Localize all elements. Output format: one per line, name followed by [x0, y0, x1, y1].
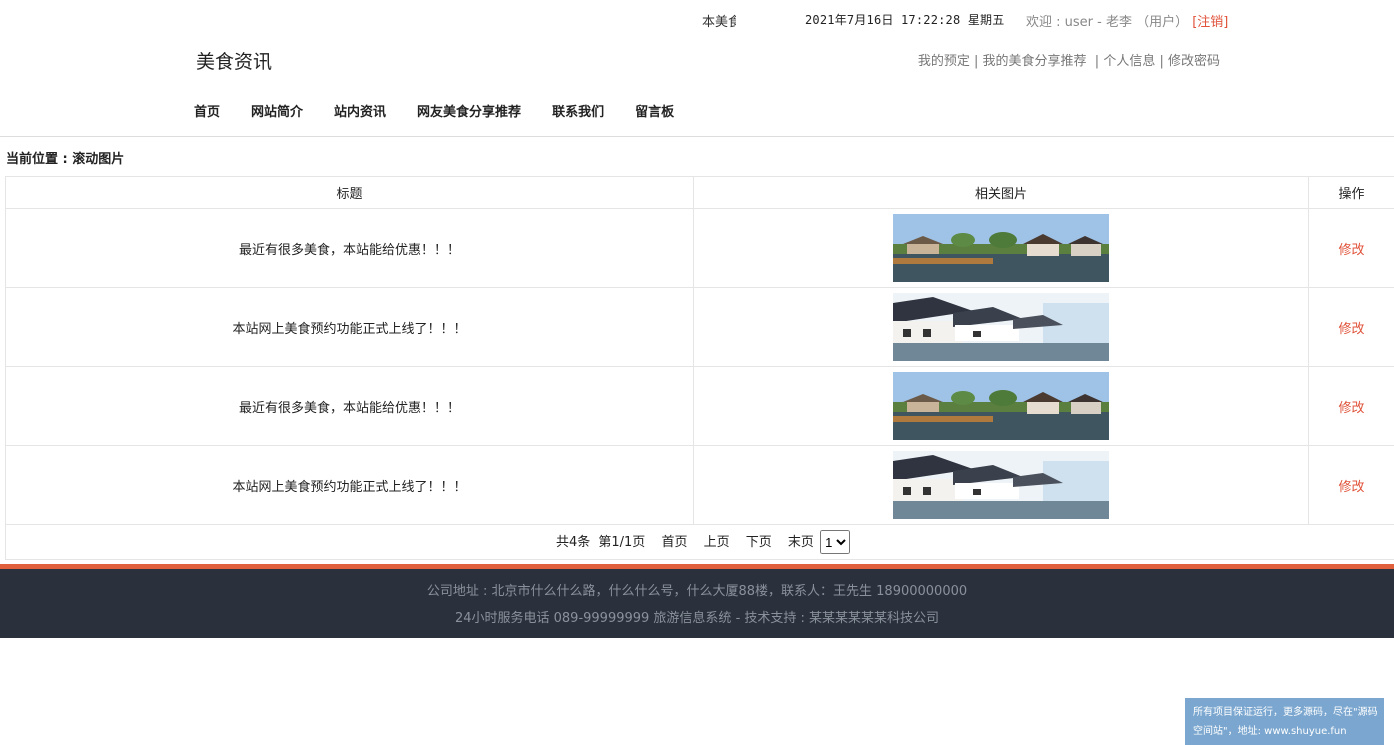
my-food-share-link[interactable]: 我的美食分享推荐 [983, 54, 1087, 69]
table-row: 最近有很多美食，本站能给优惠！！！ 修改 [5, 208, 1394, 288]
footer-address: 公司地址 : 北京市什么什么路，什么什么号，什么大厦88楼，联系人：王先生 18… [426, 584, 968, 599]
row-title: 最近有很多美食，本站能给优惠！！！ [5, 208, 694, 288]
edit-link[interactable]: 修改 [1338, 480, 1364, 495]
footer-service: 24小时服务电话 089-99999999 旅游信息系统 - 技术支持 : 某某… [454, 611, 940, 626]
column-header-title: 标题 [5, 176, 694, 209]
canal-houses-image [893, 451, 1109, 519]
page-select[interactable]: 1 [820, 530, 851, 554]
row-title: 最近有很多美食，本站能给优惠！！！ [5, 366, 694, 446]
row-title: 本站网上美食预约功能正式上线了！！！ [5, 287, 694, 367]
site-title: 美食资讯 [196, 51, 273, 73]
footer: 公司地址 : 北京市什么什么路，什么什么号，什么大厦88楼，联系人：王先生 18… [0, 564, 1394, 638]
breadcrumb: 当前位置 : 滚动图片 [6, 152, 125, 167]
notice-line-1: 所有项目保证运行，更多源码，尽在"源码 [1193, 707, 1378, 718]
top-bar: 本美食 2021年7月16日 17:22:28 星期五 欢迎 : user - … [0, 0, 1394, 38]
notice-line-2: 空间站"，地址: www.shuyue.fun [1193, 726, 1347, 737]
first-page-link[interactable]: 首页 [661, 535, 687, 550]
scrolling-notice: 本美食 [702, 15, 736, 30]
current-datetime: 2021年7月16日 17:22:28 星期五 [805, 13, 1005, 27]
row-action-cell: 修改 [1308, 445, 1394, 525]
nav-contact[interactable]: 联系我们 [552, 101, 604, 120]
row-action-cell: 修改 [1308, 366, 1394, 446]
logout-link[interactable]: [注销] [1192, 15, 1228, 30]
prev-page-link[interactable]: 上页 [704, 535, 730, 550]
row-action-cell: 修改 [1308, 287, 1394, 367]
nav-about[interactable]: 网站简介 [251, 101, 303, 120]
main-nav: 首页 网站简介 站内资讯 网友美食分享推荐 联系我们 留言板 [194, 101, 705, 120]
page-indicator: 第1/1页 [598, 534, 646, 550]
column-header-action: 操作 [1308, 176, 1394, 209]
data-table-wrap: 标题 相关图片 操作 最近有很多美食，本站能给优惠！！！ 修改 本站网上美食预约… [5, 176, 1394, 560]
user-links: 我的预定 | 我的美食分享推荐 | 个人信息 | 修改密码 [917, 54, 1220, 69]
edit-link[interactable]: 修改 [1338, 401, 1364, 416]
change-password-link[interactable]: 修改密码 [1168, 54, 1220, 69]
row-image-cell [693, 366, 1309, 446]
water-town-image [893, 372, 1109, 440]
total-count: 共4条 [555, 534, 591, 550]
next-page-link[interactable]: 下页 [746, 535, 772, 550]
pagination: 共4条 第1/1页 首页 上页 下页 末页 1 [5, 524, 1394, 560]
table-row: 本站网上美食预约功能正式上线了！！！ 修改 [5, 445, 1394, 525]
row-action-cell: 修改 [1308, 208, 1394, 288]
header-divider [0, 136, 1394, 137]
welcome-user: 欢迎 : user - 老李 （用户） [1026, 15, 1189, 30]
row-image-cell [693, 445, 1309, 525]
row-title: 本站网上美食预约功能正式上线了！！！ [5, 445, 694, 525]
nav-guestbook[interactable]: 留言板 [635, 101, 674, 120]
my-reservations-link[interactable]: 我的预定 [918, 54, 970, 69]
canal-houses-image [893, 293, 1109, 361]
edit-link[interactable]: 修改 [1338, 243, 1364, 258]
pagination-row: 共4条 第1/1页 首页 上页 下页 末页 1 [5, 524, 1394, 560]
water-town-image [893, 214, 1109, 282]
nav-home[interactable]: 首页 [194, 101, 220, 120]
source-notice: 所有项目保证运行，更多源码，尽在"源码 空间站"，地址: www.shuyue.… [1185, 698, 1384, 745]
welcome-text: 欢迎 : user - 老李 （用户） [注销] [1026, 11, 1228, 30]
row-image-cell [693, 208, 1309, 288]
nav-news[interactable]: 站内资讯 [334, 101, 386, 120]
table-header-row: 标题 相关图片 操作 [5, 176, 1394, 209]
edit-link[interactable]: 修改 [1338, 322, 1364, 337]
nav-food-share[interactable]: 网友美食分享推荐 [417, 101, 521, 120]
data-table: 标题 相关图片 操作 最近有很多美食，本站能给优惠！！！ 修改 本站网上美食预约… [5, 176, 1394, 560]
profile-link[interactable]: 个人信息 [1103, 54, 1155, 69]
column-header-image: 相关图片 [693, 176, 1309, 209]
last-page-link[interactable]: 末页 [788, 535, 814, 550]
row-image-cell [693, 287, 1309, 367]
table-row: 最近有很多美食，本站能给优惠！！！ 修改 [5, 366, 1394, 446]
table-row: 本站网上美食预约功能正式上线了！！！ 修改 [5, 287, 1394, 367]
